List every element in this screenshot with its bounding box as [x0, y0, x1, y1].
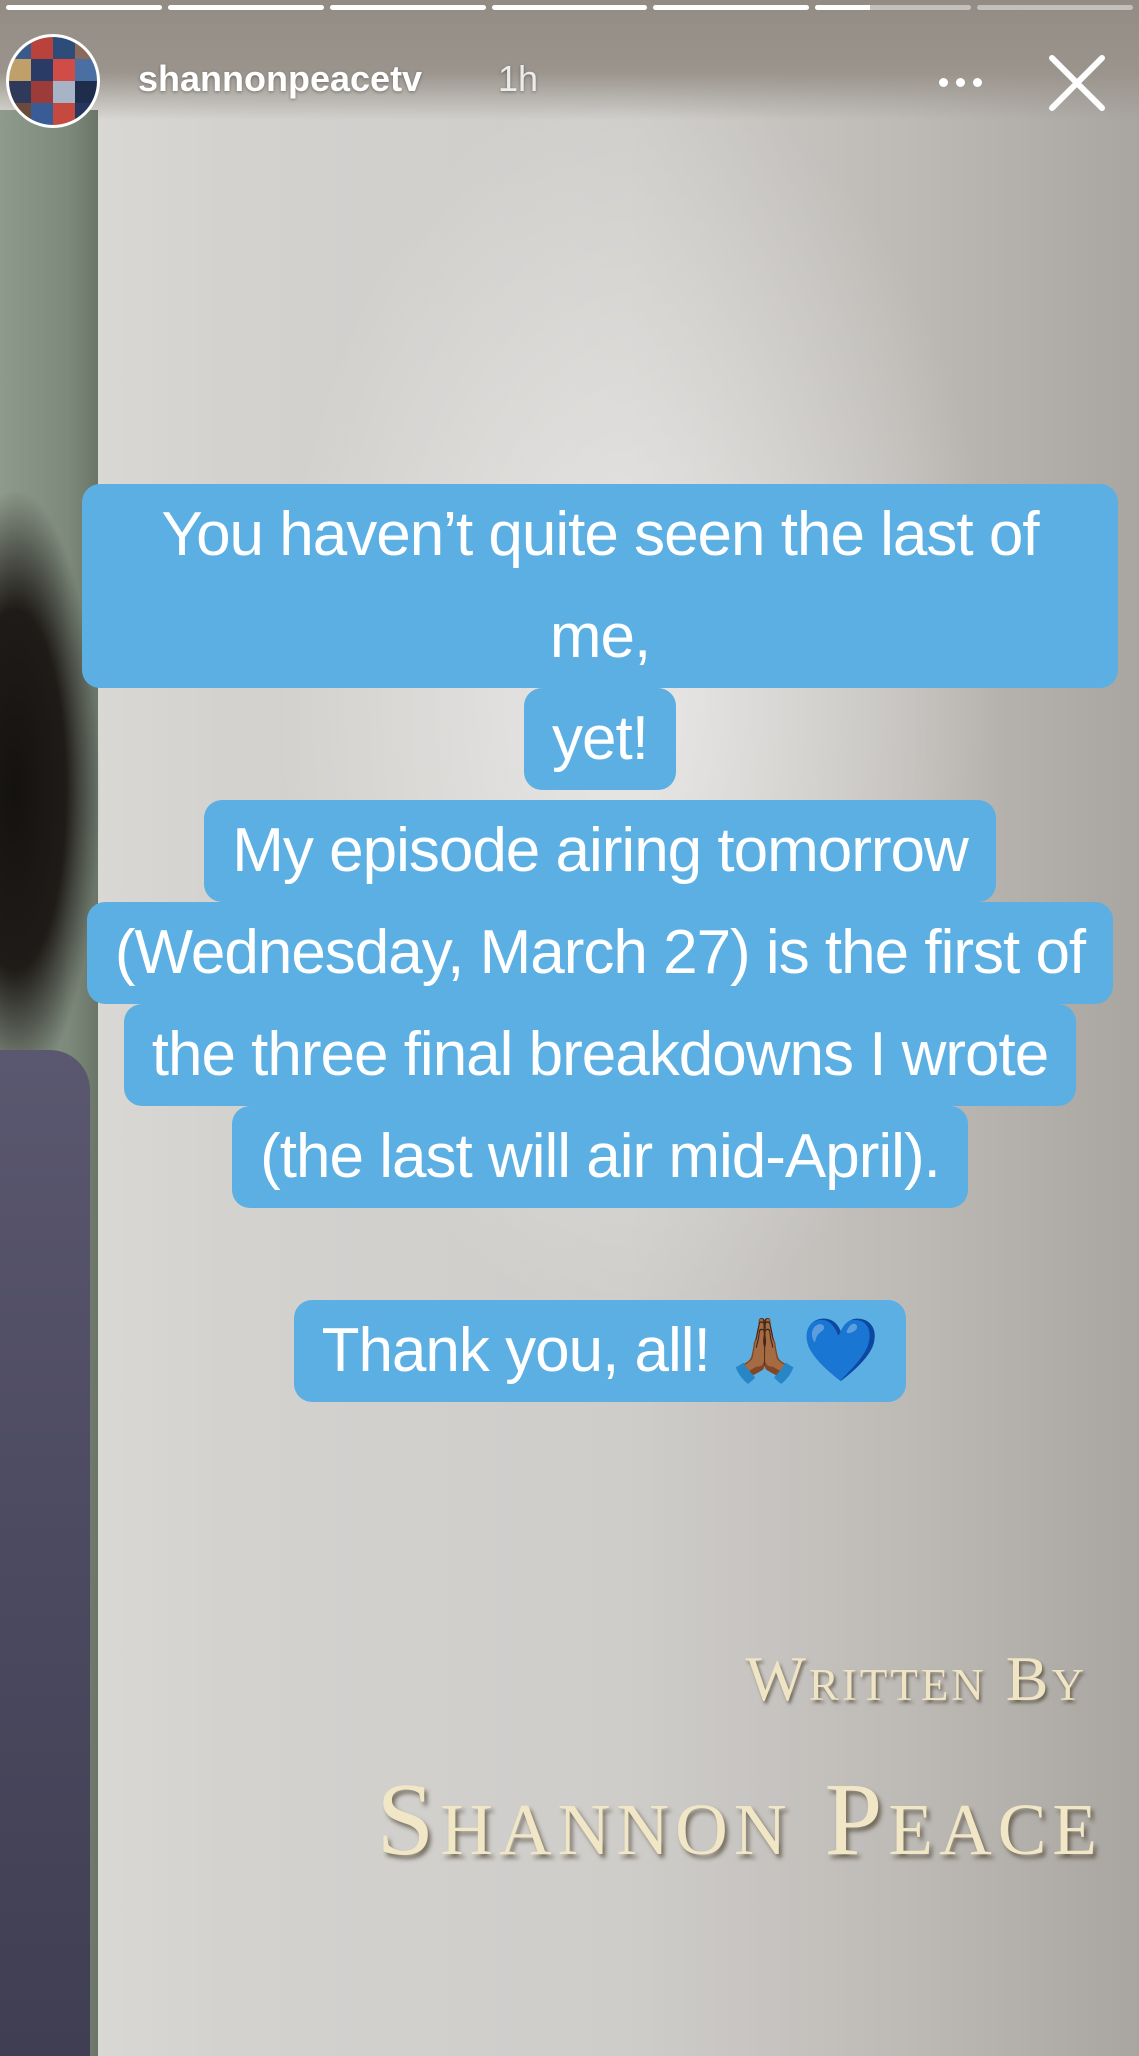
story-progress-segment: [815, 5, 972, 10]
username[interactable]: shannonpeacetv: [138, 58, 422, 100]
caption-line: (the last will air mid-April).: [232, 1106, 968, 1208]
avatar[interactable]: [6, 34, 100, 128]
story-progress-fill: [6, 5, 162, 10]
story-progress-segment: [6, 5, 162, 10]
story-progress-segment: [167, 5, 324, 10]
story-progress-segment: [653, 5, 810, 10]
story-progress-fill: [815, 5, 870, 10]
credit-heading: Written By: [745, 1643, 1087, 1714]
story-progress-bar: [6, 5, 1134, 10]
caption-line: Thank you, all! 🙏🏾💙: [293, 1300, 907, 1402]
close-button[interactable]: [1046, 52, 1108, 114]
story-progress-fill: [653, 5, 810, 10]
credit-name: Shannon Peace: [376, 1762, 1103, 1877]
story-progress-fill: [491, 5, 648, 10]
caption-line: (Wednesday, March 27) is the first of: [86, 902, 1114, 1004]
story-progress-segment: [329, 5, 486, 10]
more-horizontal-icon: [938, 77, 948, 87]
caption-block-2: My episode airing tomorrow (Wednesday, M…: [82, 800, 1118, 1208]
story-progress-segment: [977, 5, 1134, 10]
caption-block-3: Thank you, all! 🙏🏾💙: [82, 1300, 1118, 1402]
close-icon: [1049, 55, 1105, 111]
story-progress-segment: [491, 5, 648, 10]
timestamp: 1h: [498, 58, 539, 99]
caption-line: yet!: [524, 688, 676, 790]
caption-block-1: You haven’t quite seen the last of me, y…: [82, 484, 1118, 790]
avatar-image: [9, 37, 97, 125]
more-options-button[interactable]: [930, 58, 990, 106]
person-shoulder: [0, 1050, 90, 2056]
caption-line: My episode airing tomorrow: [204, 800, 996, 902]
story-media[interactable]: You haven’t quite seen the last of me, y…: [0, 0, 1139, 2056]
more-horizontal-icon: [955, 77, 965, 87]
more-horizontal-icon: [972, 77, 982, 87]
story-progress-fill: [329, 5, 486, 10]
story-progress-fill: [167, 5, 324, 10]
caption-line: You haven’t quite seen the last of me,: [82, 484, 1118, 688]
caption-line: the three final breakdowns I wrote: [123, 1004, 1077, 1106]
